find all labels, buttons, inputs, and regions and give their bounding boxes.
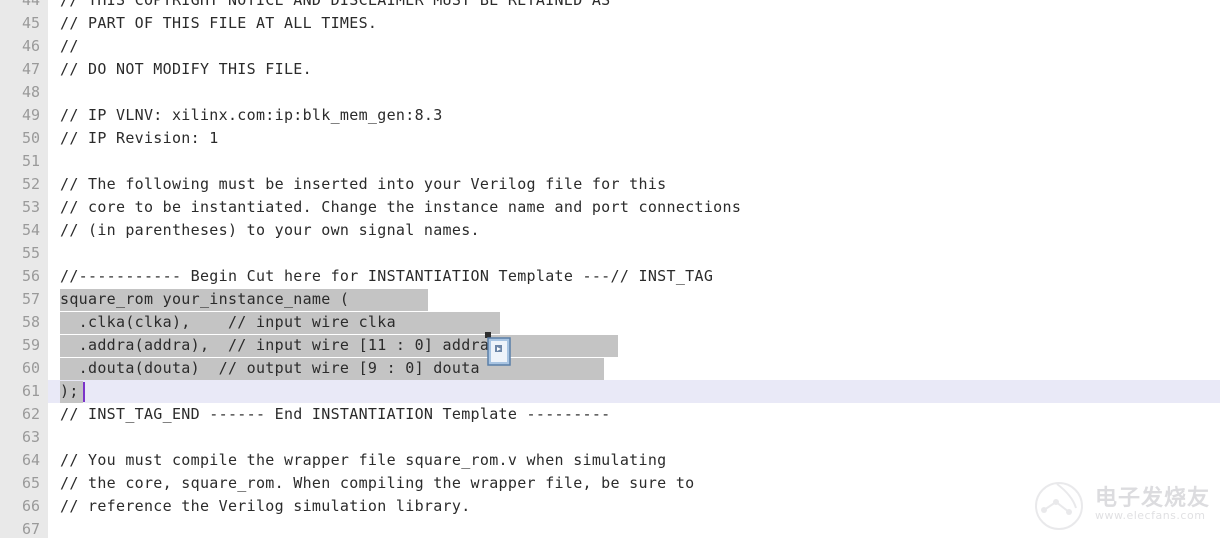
current-line-highlight bbox=[48, 380, 1220, 403]
code-line[interactable]: 55 bbox=[0, 242, 1220, 265]
code-line-text: // THIS COPYRIGHT NOTICE AND DISCLAIMER … bbox=[60, 0, 611, 9]
line-number: 57 bbox=[21, 290, 40, 308]
line-number: 62 bbox=[21, 405, 40, 423]
line-number: 53 bbox=[21, 198, 40, 216]
code-line-text: // bbox=[60, 37, 79, 55]
code-line-text: // IP VLNV: xilinx.com:ip:blk_mem_gen:8.… bbox=[60, 106, 443, 124]
code-line[interactable]: 62 // INST_TAG_END ------ End INSTANTIATI… bbox=[0, 403, 1220, 426]
line-number: 49 bbox=[21, 106, 40, 124]
code-line[interactable]: 49 // IP VLNV: xilinx.com:ip:blk_mem_gen:… bbox=[0, 104, 1220, 127]
code-line[interactable]: 50 // IP Revision: 1 bbox=[0, 127, 1220, 150]
text-caret bbox=[83, 382, 85, 402]
code-line-text: square_rom your_instance_name ( bbox=[60, 290, 350, 308]
code-line-text: // (in parentheses) to your own signal n… bbox=[60, 221, 480, 239]
code-line[interactable]: 47 // DO NOT MODIFY THIS FILE. bbox=[0, 58, 1220, 81]
code-line-text: // core to be instantiated. Change the i… bbox=[60, 198, 742, 216]
code-line[interactable]: 63 bbox=[0, 426, 1220, 449]
code-line-text: // You must compile the wrapper file squ… bbox=[60, 451, 667, 469]
code-line-text: // reference the Verilog simulation libr… bbox=[60, 497, 471, 515]
code-line[interactable]: 61); bbox=[0, 380, 1220, 403]
code-line[interactable]: 58 .clka(clka), // input wire clka bbox=[0, 311, 1220, 334]
code-line[interactable]: 54 // (in parentheses) to your own signal… bbox=[0, 219, 1220, 242]
line-number: 61 bbox=[21, 382, 40, 400]
line-number: 44 bbox=[21, 0, 40, 9]
code-line-text: //----------- Begin Cut here for INSTANT… bbox=[60, 267, 714, 285]
line-number: 58 bbox=[21, 313, 40, 331]
line-number: 52 bbox=[21, 175, 40, 193]
line-number: 46 bbox=[21, 37, 40, 55]
code-line-text: // INST_TAG_END ------ End INSTANTIATION… bbox=[60, 405, 611, 423]
code-line-text: // PART OF THIS FILE AT ALL TIMES. bbox=[60, 14, 378, 32]
code-line-text: // The following must be inserted into y… bbox=[60, 175, 667, 193]
line-number: 65 bbox=[21, 474, 40, 492]
code-line[interactable]: 66 // reference the Verilog simulation li… bbox=[0, 495, 1220, 518]
line-number: 55 bbox=[21, 244, 40, 262]
code-line-text: .addra(addra), // input wire [11 : 0] ad… bbox=[60, 336, 490, 354]
line-number: 66 bbox=[21, 497, 40, 515]
code-line-text: // DO NOT MODIFY THIS FILE. bbox=[60, 60, 312, 78]
code-line-text: .douta(douta) // output wire [9 : 0] dou… bbox=[60, 359, 480, 377]
line-number: 67 bbox=[21, 520, 40, 538]
line-number: 47 bbox=[21, 60, 40, 78]
line-number: 48 bbox=[21, 83, 40, 101]
code-line[interactable]: 46 // bbox=[0, 35, 1220, 58]
code-line[interactable]: 52 // The following must be inserted into… bbox=[0, 173, 1220, 196]
line-number: 63 bbox=[21, 428, 40, 446]
code-line[interactable]: 53 // core to be instantiated. Change the… bbox=[0, 196, 1220, 219]
code-text-area[interactable]: 44 // THIS COPYRIGHT NOTICE AND DISCLAIME… bbox=[0, 0, 1220, 538]
line-number: 64 bbox=[21, 451, 40, 469]
line-number: 51 bbox=[21, 152, 40, 170]
code-editor[interactable]: 44 // THIS COPYRIGHT NOTICE AND DISCLAIME… bbox=[0, 0, 1220, 538]
line-number: 60 bbox=[21, 359, 40, 377]
line-number: 45 bbox=[21, 14, 40, 32]
code-line[interactable]: 51 bbox=[0, 150, 1220, 173]
line-number: 54 bbox=[21, 221, 40, 239]
code-line-text: ); bbox=[60, 382, 79, 400]
code-line[interactable]: 56 //----------- Begin Cut here for INSTA… bbox=[0, 265, 1220, 288]
code-line[interactable]: 44 // THIS COPYRIGHT NOTICE AND DISCLAIME… bbox=[0, 0, 1220, 12]
line-number: 59 bbox=[21, 336, 40, 354]
code-line[interactable]: 48 bbox=[0, 81, 1220, 104]
code-line[interactable]: 65 // the core, square_rom. When compilin… bbox=[0, 472, 1220, 495]
line-number: 50 bbox=[21, 129, 40, 147]
code-line-text: // the core, square_rom. When compiling … bbox=[60, 474, 695, 492]
code-line[interactable]: 64 // You must compile the wrapper file s… bbox=[0, 449, 1220, 472]
code-line[interactable]: 45 // PART OF THIS FILE AT ALL TIMES. bbox=[0, 12, 1220, 35]
line-number: 56 bbox=[21, 267, 40, 285]
code-line[interactable]: 59 .addra(addra), // input wire [11 : 0]… bbox=[0, 334, 1220, 357]
code-line-text: // IP Revision: 1 bbox=[60, 129, 219, 147]
code-line[interactable]: 57 square_rom your_instance_name ( bbox=[0, 288, 1220, 311]
code-line[interactable]: 60 .douta(douta) // output wire [9 : 0] … bbox=[0, 357, 1220, 380]
code-line[interactable]: 67 bbox=[0, 518, 1220, 538]
code-line-text: .clka(clka), // input wire clka bbox=[60, 313, 396, 331]
